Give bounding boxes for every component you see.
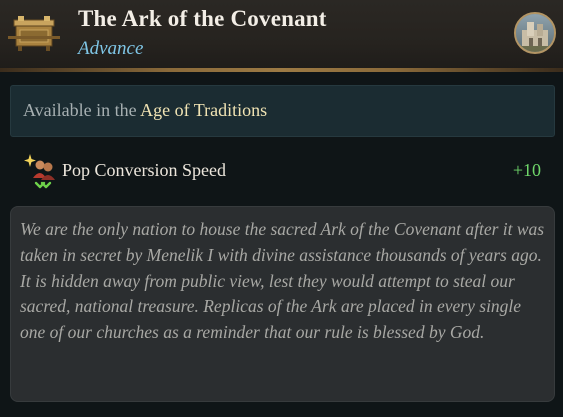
modifier-row: Pop Conversion Speed +10 (22, 150, 547, 192)
tooltip-subtitle: Advance (78, 38, 144, 59)
lore-text: We are the only nation to house the sacr… (20, 219, 545, 343)
tooltip-header: The Ark of the Covenant Advance (0, 0, 563, 72)
ark-icon (8, 16, 60, 51)
modifier-label: Pop Conversion Speed (62, 160, 226, 180)
availability-panel: Available in the Age of Traditions (10, 85, 555, 137)
cathedral-portrait-icon (514, 12, 556, 54)
availability-text: Available in the Age of Traditions (23, 100, 267, 121)
tooltip-title: The Ark of the Covenant (78, 6, 327, 31)
pop-conversion-icon (24, 154, 55, 189)
availability-prefix: Available in the (23, 100, 141, 120)
lore-panel: We are the only nation to house the sacr… (10, 206, 555, 402)
modifier-value: +10 (512, 160, 541, 180)
availability-age: Age of Traditions (140, 100, 268, 120)
